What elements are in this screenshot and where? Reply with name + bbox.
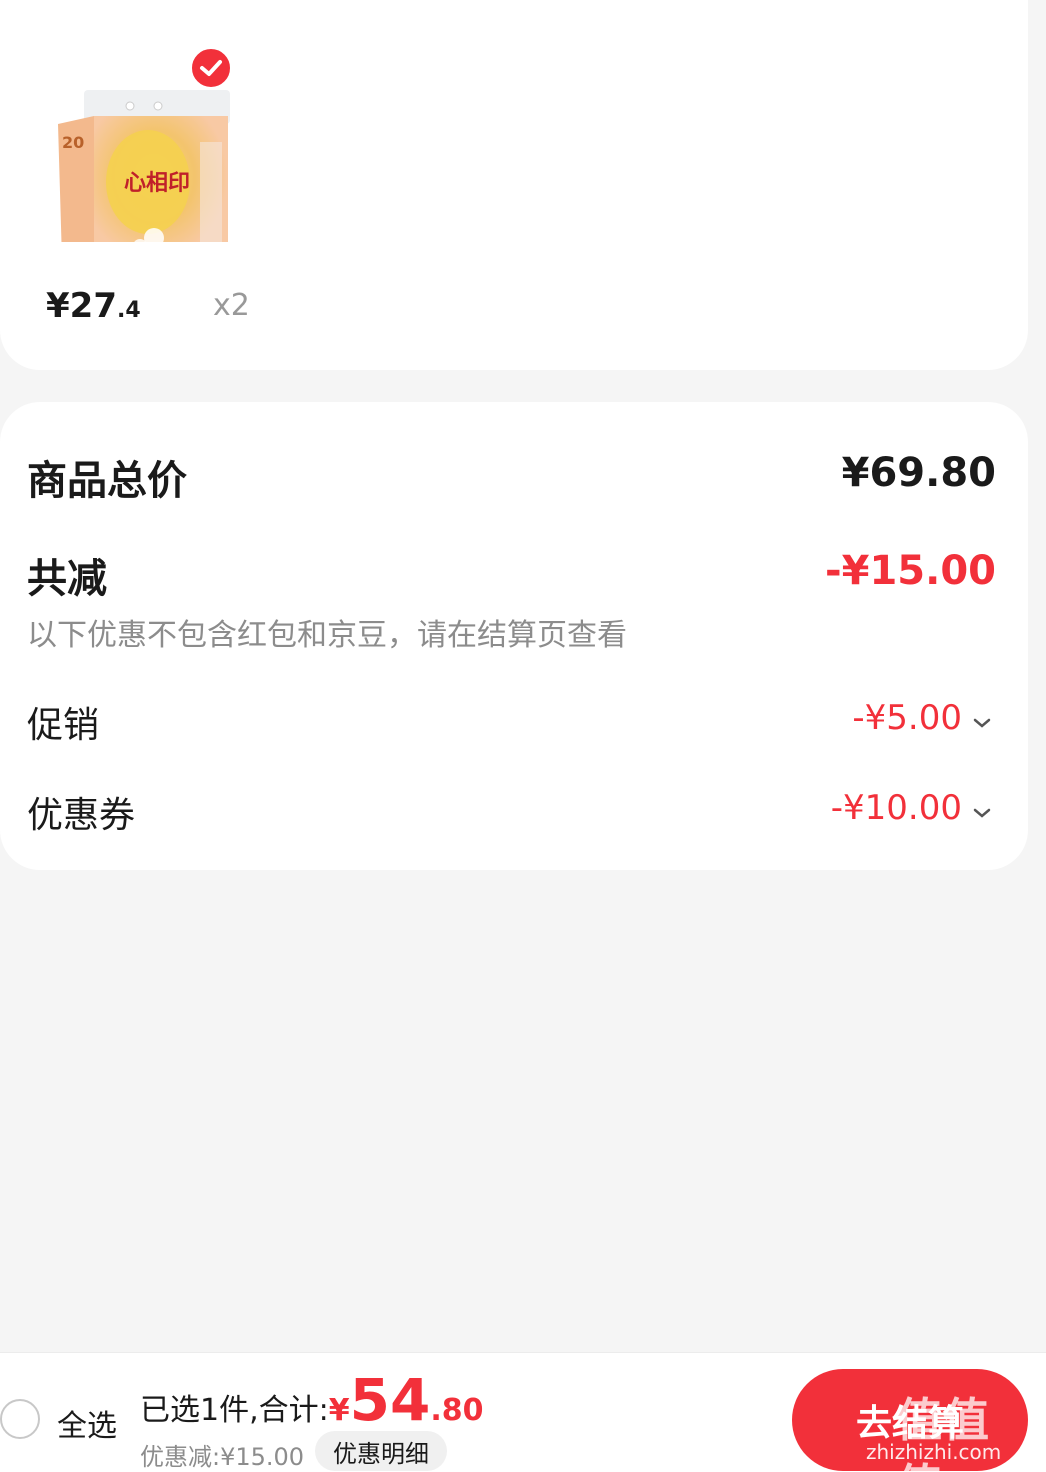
total-price-value: ¥69.80 bbox=[841, 450, 996, 496]
price-symbol: ¥ bbox=[46, 286, 70, 326]
discount-note: 以下优惠不包含红包和京豆，请在结算页查看 bbox=[27, 618, 627, 653]
selected-summary: 已选1件,合计: ¥ 54 .80 bbox=[140, 1371, 483, 1429]
coupon-value: -¥10.00 bbox=[830, 788, 962, 828]
coupon-row[interactable]: -¥10.00 bbox=[831, 788, 992, 828]
discount-total-value: -¥15.00 bbox=[825, 548, 996, 594]
price-integer: 27 bbox=[69, 286, 117, 326]
svg-text:20: 20 bbox=[62, 133, 84, 152]
total-decimal: .80 bbox=[430, 1393, 484, 1428]
total-integer: 54 bbox=[349, 1366, 431, 1434]
discount-detail-button[interactable]: 优惠明细 bbox=[315, 1431, 447, 1471]
total-price-label: 商品总价 bbox=[27, 458, 187, 504]
product-card: 心相印 20 ¥27.4 x2 bbox=[0, 0, 1028, 370]
selected-count-text: 已选1件,合计: bbox=[140, 1393, 329, 1428]
checkout-button[interactable]: 去结算 bbox=[792, 1369, 1028, 1471]
checkout-bar: 全选 已选1件,合计: ¥ 54 .80 优惠减:¥15.00 优惠明细 去结算 bbox=[0, 1352, 1046, 1472]
unit-price: ¥27.4 bbox=[46, 286, 141, 326]
quantity: x2 bbox=[213, 288, 250, 323]
select-all-label[interactable]: 全选 bbox=[57, 1401, 117, 1445]
promo-row[interactable]: -¥5.00 bbox=[852, 698, 992, 738]
product-image[interactable]: 心相印 20 bbox=[40, 42, 240, 268]
promo-value: -¥5.00 bbox=[852, 698, 962, 738]
selected-check-icon[interactable] bbox=[189, 46, 233, 90]
price-decimal: .4 bbox=[117, 298, 141, 323]
chevron-down-icon bbox=[972, 698, 992, 738]
chevron-down-icon bbox=[972, 788, 992, 828]
select-all-radio[interactable] bbox=[0, 1399, 40, 1439]
svg-text:心相印: 心相印 bbox=[124, 171, 190, 196]
promo-label: 促销 bbox=[27, 705, 100, 746]
total-yen: ¥ bbox=[328, 1393, 350, 1428]
coupon-label: 优惠券 bbox=[27, 795, 136, 836]
discount-total-label: 共减 bbox=[27, 556, 107, 602]
saved-amount: 优惠减:¥15.00 bbox=[140, 1443, 305, 1471]
price-summary-card: 商品总价 ¥69.80 共减 -¥15.00 以下优惠不包含红包和京豆，请在结算… bbox=[0, 402, 1028, 870]
